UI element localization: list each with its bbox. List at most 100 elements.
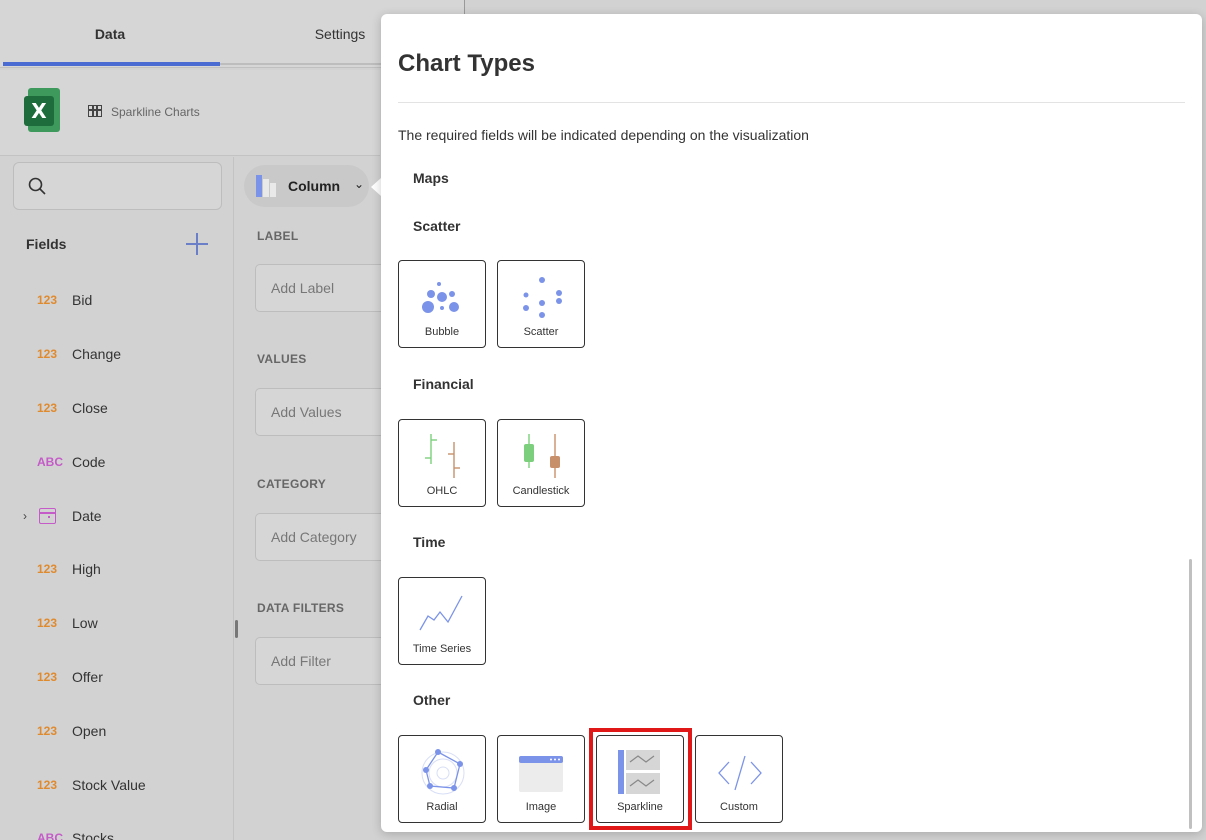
panel-resize-handle[interactable] [235, 620, 238, 638]
image-chart-icon [519, 756, 563, 792]
number-type-icon: 123 [37, 347, 58, 361]
field-name: Offer [72, 669, 103, 685]
fields-panel: Fields 123 Bid 123 Change 123 Close ABC … [0, 157, 234, 840]
search-icon [28, 177, 46, 195]
selected-highlight [589, 728, 692, 830]
field-item-open[interactable]: 123 Open [0, 716, 234, 746]
ohlc-chart-icon [425, 434, 460, 478]
chart-card-label: Bubble [424, 326, 460, 338]
field-name: Bid [72, 292, 93, 308]
chart-types-popup: Chart Types The required fields will be … [381, 14, 1202, 832]
field-name: Open [72, 723, 107, 739]
field-item-high[interactable]: 123 High [0, 554, 234, 584]
visualization-picker-button[interactable]: Column ⌄ [244, 165, 369, 207]
chart-card-label: Image [525, 801, 557, 813]
number-type-icon: 123 [37, 616, 58, 630]
field-item-close[interactable]: 123 Close [0, 393, 234, 423]
popup-description: The required fields will be indicated de… [398, 127, 809, 143]
field-name: Low [72, 615, 98, 631]
field-item-change[interactable]: 123 Change [0, 339, 234, 369]
add-filter-field[interactable]: Add Filter [255, 637, 381, 685]
chart-card-image[interactable]: Image [497, 735, 585, 823]
field-item-bid[interactable]: 123 Bid [0, 285, 234, 315]
visualization-label: Column [288, 178, 341, 194]
add-filter-placeholder: Add Filter [271, 653, 331, 669]
data-source-name: Sparkline Charts [111, 105, 200, 119]
number-type-icon: 123 [37, 778, 58, 792]
label-heading: LABEL [257, 229, 299, 243]
data-source-row: X Sparkline Charts [0, 70, 380, 156]
field-name: High [72, 561, 101, 577]
chart-card-label: OHLC [426, 485, 458, 497]
number-type-icon: 123 [37, 724, 58, 738]
bubble-chart-icon [422, 282, 459, 313]
popup-scrollbar[interactable] [1189, 559, 1192, 829]
divider [398, 102, 1185, 103]
field-name: Date [72, 508, 102, 524]
chart-card-time-series[interactable]: Time Series [398, 577, 486, 665]
field-item-code[interactable]: ABC Code [0, 447, 234, 477]
add-values-placeholder: Add Values [271, 404, 342, 420]
radial-chart-icon [421, 749, 465, 795]
field-item-date[interactable]: › Date [0, 501, 234, 531]
section-time: Time [413, 534, 446, 550]
table-icon [88, 105, 102, 117]
chart-card-scatter[interactable]: Scatter [497, 260, 585, 348]
chart-card-label: Candlestick [512, 485, 570, 497]
chart-card-radial[interactable]: Radial [398, 735, 486, 823]
excel-icon: X [24, 88, 62, 132]
code-brackets-icon [718, 755, 762, 791]
chart-card-candlestick[interactable]: Candlestick [497, 419, 585, 507]
chart-card-custom[interactable]: Custom [695, 735, 783, 823]
field-name: Code [72, 454, 106, 470]
search-input[interactable] [13, 162, 222, 210]
add-values-field[interactable]: Add Values [255, 388, 381, 436]
chart-card-label: Time Series [412, 643, 472, 655]
popup-title: Chart Types [398, 50, 535, 77]
chart-card-label: Scatter [523, 326, 559, 338]
values-heading: VALUES [257, 352, 307, 366]
number-type-icon: 123 [37, 401, 58, 415]
chevron-right-icon[interactable]: › [23, 509, 27, 523]
tab-data[interactable]: Data [0, 0, 220, 68]
scatter-chart-icon [523, 277, 562, 318]
chart-card-label: Radial [426, 801, 458, 813]
field-name: Stock Value [72, 777, 146, 793]
chevron-down-icon: ⌄ [354, 177, 365, 191]
field-item-stocks[interactable]: ABC Stocks [0, 823, 234, 840]
add-field-icon[interactable] [186, 233, 208, 255]
number-type-icon: 123 [37, 293, 58, 307]
time-series-chart-icon [419, 595, 463, 631]
column-chart-icon [256, 175, 280, 197]
popup-pointer [371, 178, 381, 196]
number-type-icon: 123 [37, 670, 58, 684]
visualization-properties-panel: Column ⌄ LABEL Add Label VALUES Add Valu… [235, 157, 381, 840]
tab-data-active-indicator [3, 62, 220, 66]
field-item-offer[interactable]: 123 Offer [0, 662, 234, 692]
number-type-icon: 123 [37, 562, 58, 576]
field-item-stock-value[interactable]: 123 Stock Value [0, 770, 234, 800]
category-heading: CATEGORY [257, 477, 327, 491]
chart-card-ohlc[interactable]: OHLC [398, 419, 486, 507]
calendar-icon [39, 508, 56, 524]
section-maps[interactable]: Maps [413, 170, 449, 186]
text-type-icon: ABC [37, 455, 63, 469]
field-name: Change [72, 346, 122, 362]
divider [464, 0, 465, 14]
section-financial: Financial [413, 376, 474, 392]
chart-card-label: Custom [720, 801, 758, 813]
section-scatter: Scatter [413, 218, 461, 234]
candlestick-chart-icon [524, 434, 560, 478]
add-category-placeholder: Add Category [271, 529, 357, 545]
chart-card-bubble[interactable]: Bubble [398, 260, 486, 348]
section-other: Other [413, 692, 451, 708]
field-item-low[interactable]: 123 Low [0, 608, 234, 638]
data-filters-heading: DATA FILTERS [257, 601, 345, 615]
add-category-field[interactable]: Add Category [255, 513, 381, 561]
field-name: Close [72, 400, 108, 416]
field-name: Stocks [72, 830, 115, 840]
add-label-placeholder: Add Label [271, 280, 335, 296]
fields-title: Fields [26, 236, 67, 252]
text-type-icon: ABC [37, 831, 63, 840]
add-label-field[interactable]: Add Label [255, 264, 381, 312]
